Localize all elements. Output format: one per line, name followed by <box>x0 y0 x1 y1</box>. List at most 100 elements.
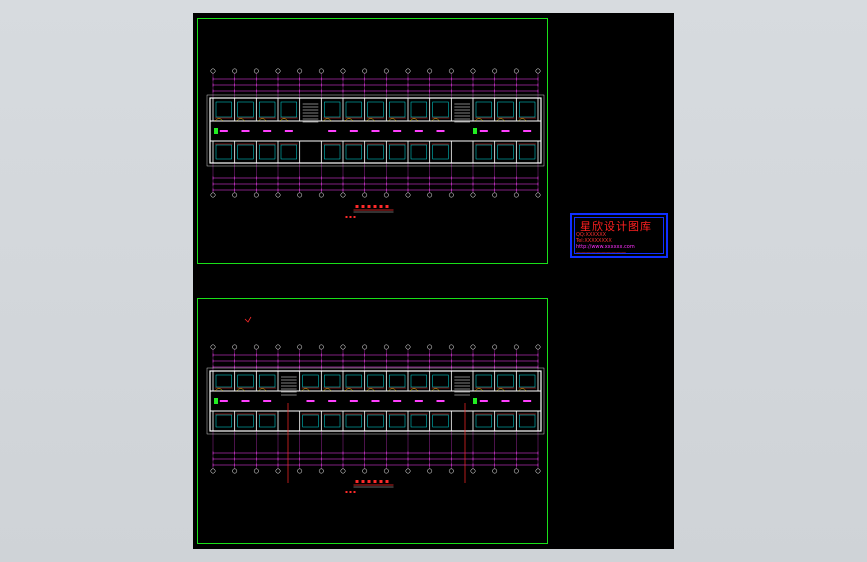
room-north-fixture <box>280 101 297 118</box>
room-tag <box>328 130 337 132</box>
plan-title-glyph <box>385 480 389 483</box>
axis-bubble-top <box>232 344 238 350</box>
axis-bubble-top <box>362 344 368 350</box>
room-south-fixture <box>367 414 384 428</box>
axis-bubble-bottom <box>513 192 519 198</box>
room-south-fixture <box>475 414 492 428</box>
plan-title-glyph <box>367 480 371 483</box>
axis-bubble-bottom <box>275 468 281 474</box>
room-north-fixture <box>389 101 406 118</box>
room-tag <box>349 130 358 132</box>
plan-title-glyph <box>385 205 389 208</box>
axis-bubble-bottom <box>448 468 454 474</box>
plan-scale-glyph <box>349 216 352 218</box>
axis-bubble-bottom <box>535 468 541 474</box>
axis-bubble-bottom <box>232 468 238 474</box>
room-south-fixture <box>237 144 254 160</box>
axis-bubble-top <box>513 344 519 350</box>
axis-bubble-top <box>383 68 389 74</box>
axis-bubble-top <box>448 344 454 350</box>
room-north-fixture <box>259 101 276 118</box>
axis-bubble-top <box>297 344 303 350</box>
axis-bubble-top <box>513 68 519 74</box>
axis-bubble-top <box>253 344 259 350</box>
room-north-fixture <box>410 374 427 388</box>
room-north-fixture <box>367 374 384 388</box>
drawing-sheet[interactable]: 星欣设计图库 QQ:XXXXXX Tel:XXXXXXXX http://www… <box>193 13 674 549</box>
room-south-fixture <box>519 144 536 160</box>
room-tag <box>241 400 250 402</box>
room-south-fixture <box>345 414 362 428</box>
axis-bubble-top <box>318 344 324 350</box>
room-north-fixture <box>237 374 254 388</box>
room-south-fixture <box>324 144 341 160</box>
axis-bubble-bottom <box>275 192 281 198</box>
end-marker-right <box>473 398 477 404</box>
room-tag <box>479 130 488 132</box>
axis-bubble-bottom <box>383 468 389 474</box>
room-tag <box>523 400 532 402</box>
room-south-fixture <box>519 414 536 428</box>
axis-bubble-bottom <box>340 468 346 474</box>
plan-scale-glyph <box>345 491 348 493</box>
axis-bubble-bottom <box>362 192 368 198</box>
room-north-fixture <box>324 374 341 388</box>
axis-bubble-bottom <box>362 468 368 474</box>
room-north-fixture <box>367 101 384 118</box>
room-south-fixture <box>237 414 254 428</box>
end-marker-left <box>214 398 218 404</box>
axis-bubble-bottom <box>427 468 433 474</box>
axis-bubble-bottom <box>470 468 476 474</box>
axis-bubble-bottom <box>427 192 433 198</box>
north-mark <box>244 316 252 323</box>
axis-bubble-bottom <box>383 192 389 198</box>
room-tag <box>414 400 423 402</box>
plan-title-glyph <box>373 205 377 208</box>
end-marker-right <box>473 128 477 134</box>
axis-bubble-top <box>492 344 498 350</box>
axis-bubble-top <box>275 344 281 350</box>
plan-scale-glyph <box>349 491 352 493</box>
axis-bubble-bottom <box>340 192 346 198</box>
plan-scale-glyph <box>353 216 356 218</box>
room-south-fixture <box>389 144 406 160</box>
room-north-fixture <box>475 374 492 388</box>
room-north-fixture <box>432 374 449 388</box>
room-south-fixture <box>345 144 362 160</box>
room-south-fixture <box>497 144 514 160</box>
axis-bubble-top <box>297 68 303 74</box>
axis-bubble-bottom <box>513 468 519 474</box>
axis-bubble-top <box>253 68 259 74</box>
axis-bubble-bottom <box>232 192 238 198</box>
room-south-fixture <box>410 414 427 428</box>
axis-bubble-top <box>427 344 433 350</box>
room-tag <box>263 400 272 402</box>
plan-title-glyph <box>361 480 365 483</box>
axis-bubble-top <box>383 344 389 350</box>
plan-title-glyph <box>355 205 359 208</box>
room-tag <box>479 400 488 402</box>
room-north-fixture <box>410 101 427 118</box>
room-north-fixture <box>497 374 514 388</box>
room-tag <box>263 130 272 132</box>
axis-bubble-top <box>492 68 498 74</box>
axis-bubble-top <box>275 68 281 74</box>
cad-viewport[interactable]: 星欣设计图库 QQ:XXXXXX Tel:XXXXXXXX http://www… <box>0 0 867 562</box>
axis-bubble-bottom <box>405 192 411 198</box>
room-south-fixture <box>497 414 514 428</box>
room-tag <box>349 400 358 402</box>
plan-title-glyph <box>373 480 377 483</box>
room-south-fixture <box>302 414 319 428</box>
room-tag <box>501 130 510 132</box>
axis-bubble-top <box>448 68 454 74</box>
axis-bubble-bottom <box>492 468 498 474</box>
axis-bubble-bottom <box>448 192 454 198</box>
room-tag <box>219 400 228 402</box>
axis-bubble-top <box>318 68 324 74</box>
title-stamp: 星欣设计图库 QQ:XXXXXX Tel:XXXXXXXX http://www… <box>570 213 668 258</box>
room-north-fixture <box>345 101 362 118</box>
room-north-fixture <box>497 101 514 118</box>
room-north-fixture <box>475 101 492 118</box>
plan-title-glyph <box>379 480 383 483</box>
room-tag <box>328 400 337 402</box>
